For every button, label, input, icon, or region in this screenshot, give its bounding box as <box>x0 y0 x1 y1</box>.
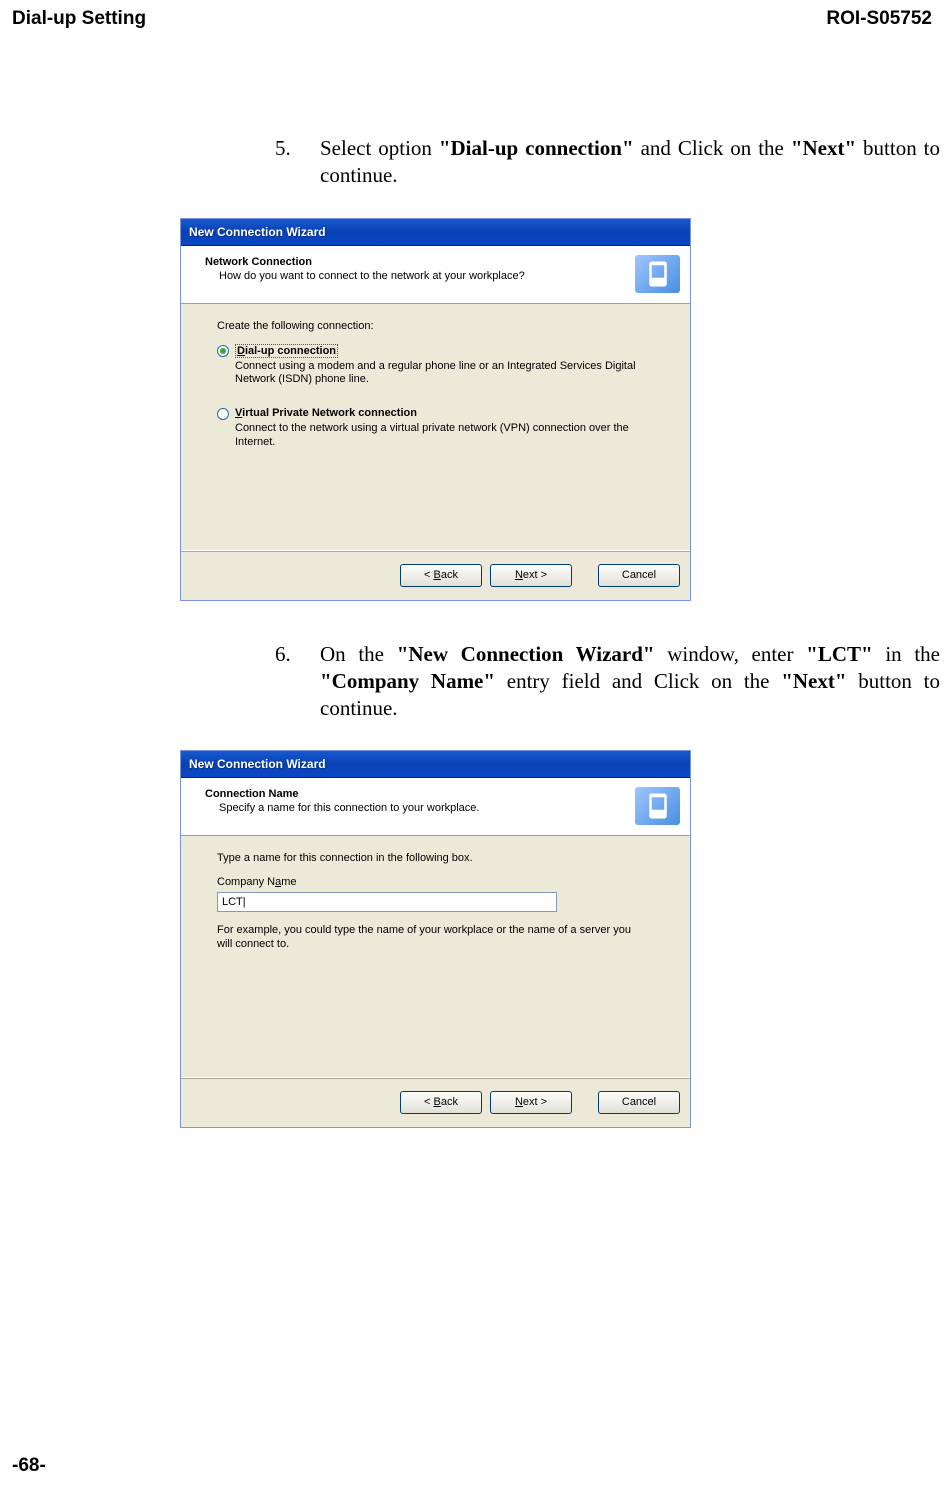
step-num: 6. <box>275 641 320 723</box>
t: irtual Private Network connection <box>242 407 417 419</box>
t-bold: "Dial-up connection" <box>439 136 634 160</box>
button-row: < Back Next > Cancel <box>181 550 690 600</box>
banner-subtitle: How do you want to connect to the networ… <box>219 270 630 282</box>
back-button[interactable]: < Back <box>400 1091 482 1114</box>
page-header-left: Dial-up Setting <box>12 8 146 30</box>
banner-title: Connection Name <box>205 788 630 800</box>
radio-dot-selected[interactable] <box>217 345 229 357</box>
radio-vpn[interactable]: Virtual Private Network connection <box>217 407 654 420</box>
back-button[interactable]: < Back <box>400 564 482 587</box>
banner: Connection Name Specify a name for this … <box>181 778 690 836</box>
window-title: New Connection Wizard <box>189 757 326 771</box>
button-row: < Back Next > Cancel <box>181 1077 690 1127</box>
t: ial-up connection <box>245 345 336 357</box>
company-name-input[interactable] <box>217 892 557 912</box>
next-button[interactable]: Next > <box>490 564 572 587</box>
t: me <box>281 876 296 888</box>
t: and Click on the <box>634 136 791 160</box>
t: < <box>424 569 433 581</box>
banner-title: Network Connection <box>205 256 630 268</box>
banner-subtitle: Specify a name for this connection to yo… <box>219 802 630 814</box>
tb: "Company Name" <box>320 669 495 693</box>
u: N <box>515 1096 523 1108</box>
radio-label: Dial-up connection <box>235 344 338 358</box>
phone-icon <box>635 255 680 293</box>
radio-dialup[interactable]: Dial-up connection <box>217 344 654 358</box>
lead-text: Type a name for this connection in the f… <box>217 852 654 864</box>
t: entry field and Click on the <box>495 669 781 693</box>
page-header-right: ROI-S05752 <box>826 8 932 30</box>
dialog-body: Type a name for this connection in the f… <box>181 836 690 1077</box>
t: ack <box>441 569 458 581</box>
t: < <box>424 1096 433 1108</box>
cancel-button[interactable]: Cancel <box>598 1091 680 1114</box>
next-button[interactable]: Next > <box>490 1091 572 1114</box>
t: ext > <box>523 1096 547 1108</box>
t: Select option <box>320 136 439 160</box>
step-text: On the "New Connection Wizard" window, e… <box>320 641 940 723</box>
tb: "New Connection Wizard" <box>397 642 655 666</box>
cancel-button[interactable]: Cancel <box>598 564 680 587</box>
t: Company N <box>217 876 275 888</box>
tb: "Next" <box>781 669 846 693</box>
radio-dot[interactable] <box>217 408 229 420</box>
u: N <box>515 569 523 581</box>
page-number: -68- <box>12 1455 46 1477</box>
step-5: 5. Select option "Dial-up connection" an… <box>275 135 940 190</box>
radio-label: Virtual Private Network connection <box>235 407 417 419</box>
t: ext > <box>523 569 547 581</box>
radio-desc: Connect to the network using a virtual p… <box>235 422 654 450</box>
titlebar[interactable]: New Connection Wizard <box>181 751 690 778</box>
step-num: 5. <box>275 135 320 190</box>
u: B <box>434 1096 441 1108</box>
step-6: 6. On the "New Connection Wizard" window… <box>275 641 940 723</box>
banner: Network Connection How do you want to co… <box>181 246 690 304</box>
lead-text: Create the following connection: <box>217 320 654 332</box>
t: On the <box>320 642 397 666</box>
u: D <box>237 345 245 357</box>
phone-icon <box>635 787 680 825</box>
titlebar[interactable]: New Connection Wizard <box>181 219 690 246</box>
t: window, enter <box>655 642 807 666</box>
t-bold: "Next" <box>791 136 856 160</box>
t: ack <box>441 1096 458 1108</box>
window-title: New Connection Wizard <box>189 225 326 239</box>
company-name-label: Company Name <box>217 876 654 888</box>
dialog-connection-name: New Connection Wizard Connection Name Sp… <box>180 750 691 1128</box>
dialog-body: Create the following connection: Dial-up… <box>181 304 690 550</box>
main-content: 5. Select option "Dial-up connection" an… <box>275 135 940 1168</box>
helper-text: For example, you could type the name of … <box>217 924 647 952</box>
step-text: Select option "Dial-up connection" and C… <box>320 135 940 190</box>
u: B <box>434 569 441 581</box>
radio-desc: Connect using a modem and a regular phon… <box>235 360 654 388</box>
t: in the <box>873 642 940 666</box>
dialog-network-connection: New Connection Wizard Network Connection… <box>180 218 691 601</box>
tb: "LCT" <box>806 642 873 666</box>
